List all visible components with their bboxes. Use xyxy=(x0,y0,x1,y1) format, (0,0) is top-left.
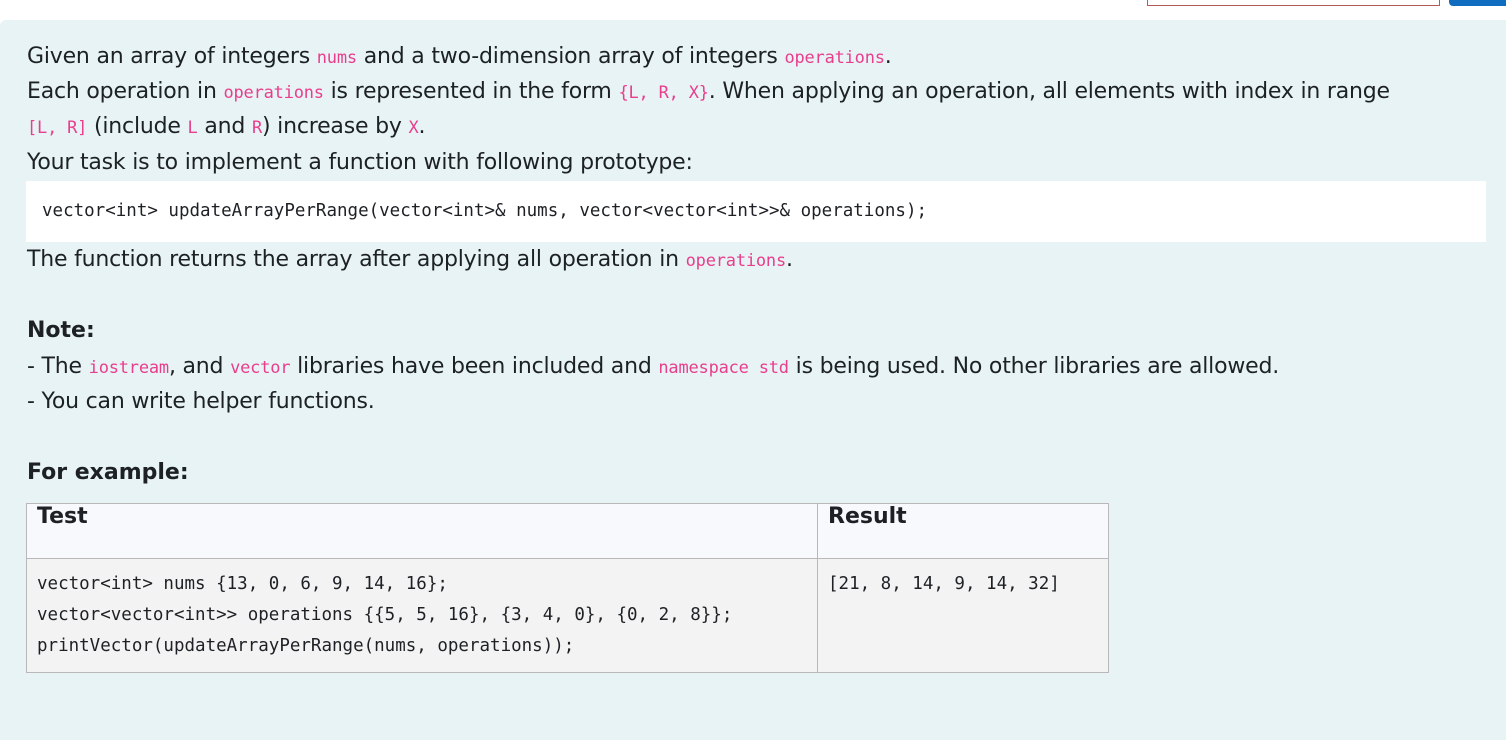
text: The function returns the array after app… xyxy=(27,247,686,272)
text: Each operation in xyxy=(27,79,224,104)
result-column-header: Result xyxy=(817,503,1109,559)
test-code-cell: vector<int> nums {13, 0, 6, 9, 14, 16}; … xyxy=(26,558,818,673)
inline-code: vector xyxy=(230,358,291,378)
note-line-1: - The iostream, and vector libraries hav… xyxy=(27,352,1279,383)
inline-code: operations xyxy=(223,83,324,103)
text: libraries have been included and xyxy=(290,354,659,379)
description-line-1: Given an array of integers nums and a tw… xyxy=(27,42,892,73)
text: Given an array of integers xyxy=(27,44,317,69)
function-prototype-code: vector<int> updateArrayPerRange(vector<i… xyxy=(26,181,1486,242)
inline-code: iostream xyxy=(88,358,169,378)
text: is being used. No other libraries are al… xyxy=(788,354,1280,379)
description-line-2: Each operation in operations is represen… xyxy=(27,77,1390,108)
text: - The xyxy=(27,354,89,379)
inline-code: [L, R] xyxy=(27,118,88,138)
return-description-line: The function returns the array after app… xyxy=(27,245,793,276)
text: . xyxy=(418,114,426,139)
note-line-2: - You can write helper functions. xyxy=(27,389,375,414)
example-heading: For example: xyxy=(27,460,189,485)
description-line-3: [L, R] (include L and R) increase by X. xyxy=(27,112,426,143)
inline-code: X xyxy=(408,118,419,138)
text: , and xyxy=(168,354,231,379)
table-header-row: Test Result xyxy=(26,503,1109,559)
text: and a two-dimension array of integers xyxy=(356,44,785,69)
note-heading: Note: xyxy=(27,318,95,343)
text: . xyxy=(884,44,892,69)
inline-code: L xyxy=(187,118,198,138)
inline-code: {L, R, X} xyxy=(618,83,709,103)
text: ) increase by xyxy=(261,114,409,139)
text: . When applying an operation, all elemen… xyxy=(708,79,1390,104)
task-line: Your task is to implement a function wit… xyxy=(27,150,693,175)
test-column-header: Test xyxy=(26,503,818,559)
result-cell: [21, 8, 14, 9, 14, 32] xyxy=(817,558,1109,673)
text: . xyxy=(786,247,793,272)
inline-code: namespace std xyxy=(658,358,789,378)
inline-code: R xyxy=(251,118,262,138)
question-text-panel: Given an array of integers nums and a tw… xyxy=(0,20,1506,740)
text: and xyxy=(197,114,252,139)
answer-input-edge[interactable] xyxy=(1147,0,1440,6)
inline-code: operations xyxy=(685,251,787,271)
inline-code: operations xyxy=(784,48,885,68)
text: is represented in the form xyxy=(323,79,619,104)
text: (include xyxy=(87,114,188,139)
inline-code: nums xyxy=(316,48,357,68)
examples-table: Test Result vector<int> nums {13, 0, 6, … xyxy=(26,503,1109,673)
table-row: vector<int> nums {13, 0, 6, 9, 14, 16}; … xyxy=(26,558,1109,673)
top-action-button[interactable] xyxy=(1449,0,1506,6)
